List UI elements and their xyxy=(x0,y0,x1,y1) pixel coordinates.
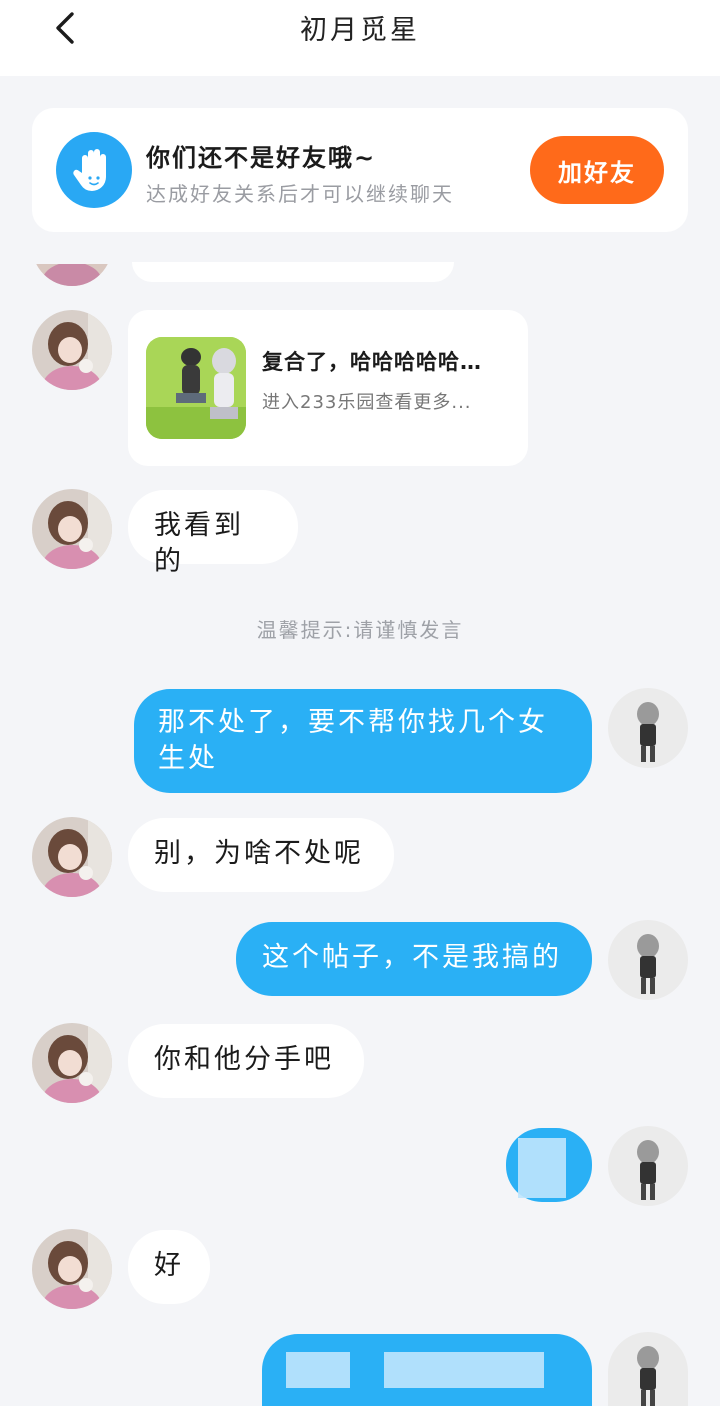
avatar[interactable] xyxy=(608,920,688,1000)
chat-title: 初月觅星 xyxy=(300,15,420,46)
message-bubble-outgoing: 这个帖子，不是我搞的 xyxy=(236,922,592,996)
message-bubble-incoming: 我看到的 xyxy=(128,490,298,577)
avatar[interactable] xyxy=(608,1126,688,1206)
message-bubble-clipped xyxy=(132,262,454,282)
avatar[interactable] xyxy=(32,817,112,897)
pixelation-mask xyxy=(518,1138,566,1198)
notice-title: 你们还不是好友哦~ xyxy=(146,144,377,172)
shared-post-card[interactable]: 复合了，哈哈哈哈哈… 进入233乐园查看更多... xyxy=(128,310,528,466)
avatar[interactable] xyxy=(32,310,112,390)
post-subtitle: 进入233乐园查看更多... xyxy=(262,392,472,413)
avatar[interactable] xyxy=(32,1023,112,1103)
avatar[interactable] xyxy=(32,1229,112,1309)
not-friends-notice: 你们还不是好友哦~ 达成好友关系后才可以继续聊天 加好友 xyxy=(32,108,688,232)
post-title: 复合了，哈哈哈哈哈… xyxy=(262,350,482,374)
avatar[interactable] xyxy=(608,1332,688,1406)
add-friend-button[interactable]: 加好友 xyxy=(530,136,664,204)
message-bubble-incoming: 好 xyxy=(128,1230,210,1304)
hand-icon xyxy=(56,132,132,208)
notice-subtitle: 达成好友关系后才可以继续聊天 xyxy=(146,182,454,206)
message-bubble-incoming: 别，为啥不处呢 xyxy=(128,818,394,892)
post-thumbnail xyxy=(146,337,246,439)
message-bubble-incoming: 你和他分手吧 xyxy=(128,1024,364,1098)
system-tip: 温馨提示:请谨慎发言 xyxy=(256,618,464,642)
pixelation-mask xyxy=(384,1352,544,1388)
pixelation-mask xyxy=(286,1352,350,1388)
message-bubble-outgoing: 那不处了，要不帮你找几个女生处 xyxy=(134,689,592,793)
top-bar: 初月觅星 xyxy=(0,0,720,76)
avatar[interactable] xyxy=(608,688,688,768)
avatar[interactable] xyxy=(32,489,112,569)
